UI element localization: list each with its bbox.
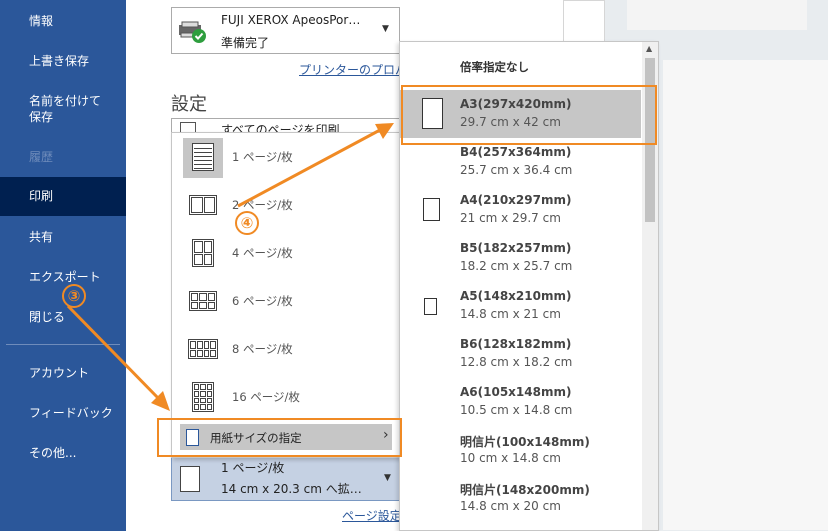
arrow-step3: [66, 304, 170, 411]
step-3-marker: ③: [62, 284, 86, 308]
step-4-marker: ④: [235, 211, 259, 235]
annotation-arrows: [66, 123, 394, 411]
arrow-step4: [237, 123, 394, 208]
